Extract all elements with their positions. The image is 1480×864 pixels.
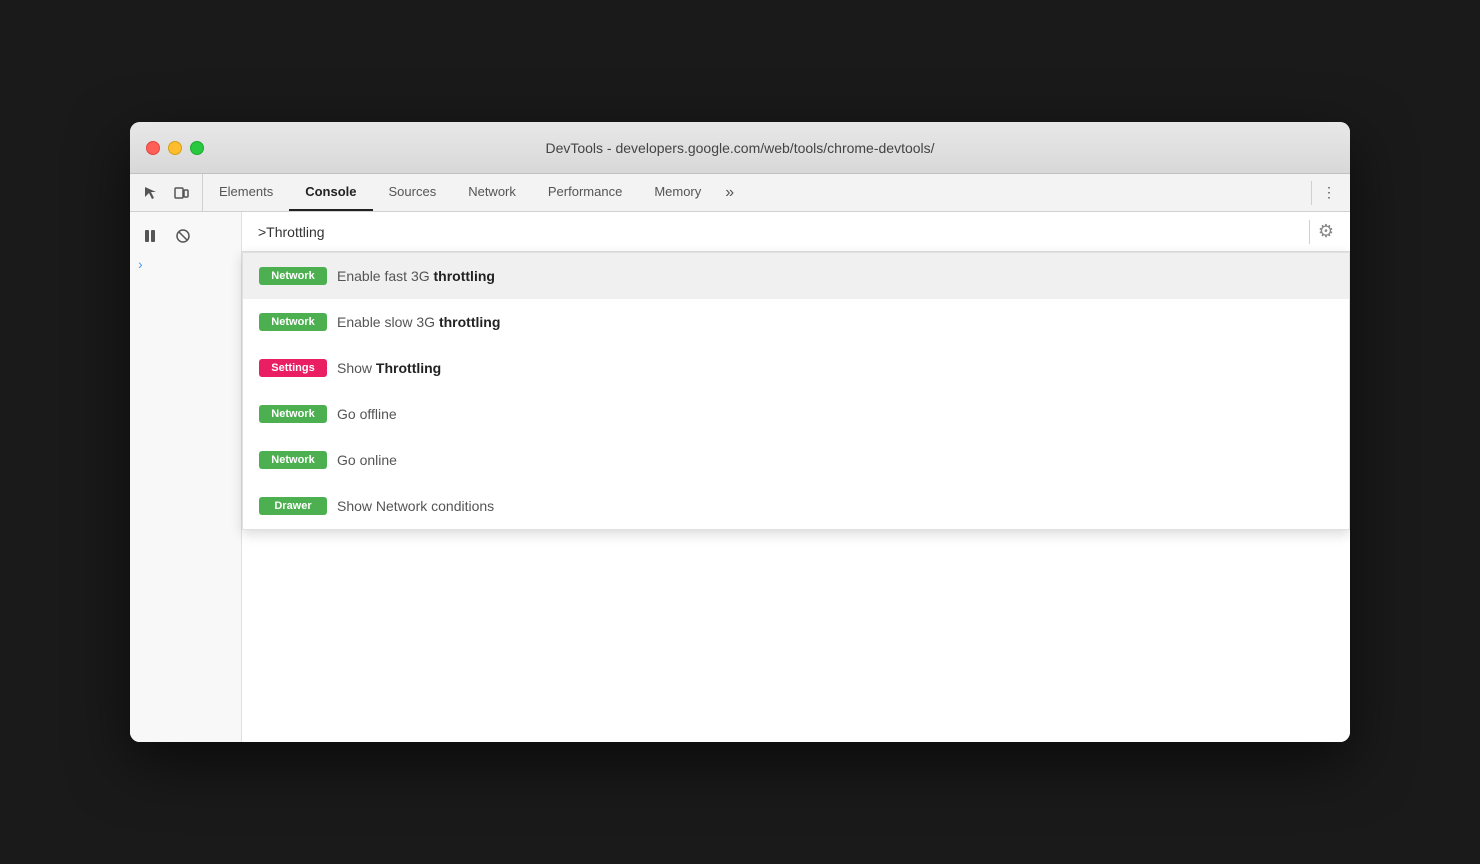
- tab-network[interactable]: Network: [452, 174, 532, 211]
- badge-network-4: Network: [259, 451, 327, 469]
- more-tabs-button[interactable]: »: [717, 174, 742, 211]
- tab-elements[interactable]: Elements: [203, 174, 289, 211]
- expand-icon[interactable]: ›: [130, 252, 241, 276]
- window-title: DevTools - developers.google.com/web/too…: [545, 140, 934, 156]
- list-item[interactable]: Network Enable slow 3G throttling: [243, 299, 1349, 345]
- badge-network-1: Network: [259, 267, 327, 285]
- sidebar-toolbar: [130, 220, 241, 252]
- clear-icon[interactable]: [170, 223, 196, 249]
- command-input[interactable]: >Throttling: [258, 224, 1301, 240]
- input-divider: [1309, 220, 1310, 244]
- divider: [1311, 181, 1312, 205]
- more-options-icon[interactable]: ⋮: [1316, 180, 1342, 206]
- tab-memory[interactable]: Memory: [638, 174, 717, 211]
- devtools-panel: Elements Console Sources Network Perform…: [130, 174, 1350, 742]
- item-text-5: Go online: [337, 452, 397, 468]
- item-text-4: Go offline: [337, 406, 397, 422]
- badge-drawer-1: Drawer: [259, 497, 327, 515]
- play-icon[interactable]: [138, 223, 164, 249]
- command-area: >Throttling ⚙ Network Enable fast 3G thr…: [242, 212, 1350, 742]
- browser-window: DevTools - developers.google.com/web/too…: [130, 122, 1350, 742]
- toolbar-right: ⋮: [1303, 174, 1350, 211]
- maximize-button[interactable]: [190, 141, 204, 155]
- badge-network-3: Network: [259, 405, 327, 423]
- minimize-button[interactable]: [168, 141, 182, 155]
- list-item[interactable]: Network Go online: [243, 437, 1349, 483]
- list-item[interactable]: Settings Show Throttling: [243, 345, 1349, 391]
- command-input-row: >Throttling ⚙: [242, 212, 1350, 252]
- item-text-2: Enable slow 3G throttling: [337, 314, 500, 330]
- list-item[interactable]: Network Enable fast 3G throttling: [243, 253, 1349, 299]
- device-toggle-icon[interactable]: [168, 180, 194, 206]
- traffic-lights: [146, 141, 204, 155]
- item-text-6: Show Network conditions: [337, 498, 494, 514]
- tab-sources[interactable]: Sources: [373, 174, 453, 211]
- item-text-3: Show Throttling: [337, 360, 441, 376]
- sidebar: ›: [130, 212, 242, 742]
- inspect-icon[interactable]: [138, 180, 164, 206]
- tab-console[interactable]: Console: [289, 174, 372, 211]
- list-item[interactable]: Network Go offline: [243, 391, 1349, 437]
- content-area: › >Throttling ⚙ Network Enable fast 3G t…: [130, 212, 1350, 742]
- close-button[interactable]: [146, 141, 160, 155]
- item-text-1: Enable fast 3G throttling: [337, 268, 495, 284]
- badge-network-2: Network: [259, 313, 327, 331]
- tab-performance[interactable]: Performance: [532, 174, 638, 211]
- command-dropdown: Network Enable fast 3G throttling Networ…: [242, 252, 1350, 530]
- tabs-container: Elements Console Sources Network Perform…: [203, 174, 1303, 211]
- title-bar: DevTools - developers.google.com/web/too…: [130, 122, 1350, 174]
- badge-settings-1: Settings: [259, 359, 327, 377]
- settings-icon[interactable]: ⚙: [1318, 221, 1334, 242]
- toolbar-left: [130, 174, 203, 211]
- list-item[interactable]: Drawer Show Network conditions: [243, 483, 1349, 529]
- tab-bar: Elements Console Sources Network Perform…: [130, 174, 1350, 212]
